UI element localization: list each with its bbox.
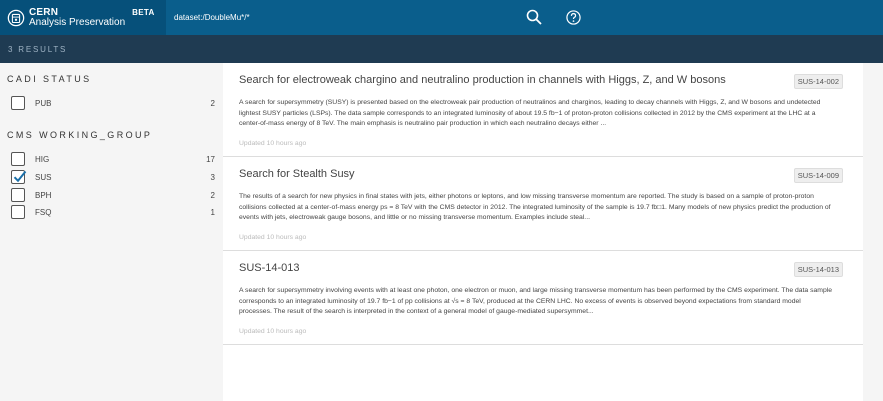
result-updated-time: Updated 10 hours ago xyxy=(239,328,307,335)
search-icon[interactable] xyxy=(526,9,542,25)
facet-count: 3 xyxy=(210,172,215,182)
facet-title-cms-working-group: CMS WORKING_GROUP xyxy=(7,130,153,140)
result-title[interactable]: SUS-14-013 xyxy=(239,262,300,274)
facet-label: SUS xyxy=(35,172,52,182)
result-description: The results of a search for new physics … xyxy=(239,193,831,221)
checkbox-checked[interactable] xyxy=(11,170,27,184)
results-list: Search for electroweak chargino and neut… xyxy=(223,63,863,401)
brand-cern: CERN xyxy=(29,6,59,18)
facet-title-cadi-status: CADI STATUS xyxy=(7,74,92,84)
facet-label: HIG xyxy=(35,154,50,164)
facet-count: 2 xyxy=(210,98,215,108)
cadi-id-badge: SUS-14-013 xyxy=(793,262,843,277)
result-card[interactable]: Search for Stealth Susy SUS-14-009 The r… xyxy=(223,157,863,251)
facet-label: BPH xyxy=(35,190,52,200)
search-input[interactable] xyxy=(174,13,514,22)
facets-sidebar: CADI STATUS PUB 2 CMS WORKING_GROUP HIG … xyxy=(0,63,223,401)
result-card[interactable]: Search for electroweak chargino and neut… xyxy=(223,63,863,157)
beta-badge: BETA xyxy=(132,8,155,17)
results-count: 3 RESULTS xyxy=(8,44,68,54)
facet-item-fsq[interactable]: FSQ 1 xyxy=(11,204,215,220)
facet-count: 17 xyxy=(206,154,215,164)
facet-item-hig[interactable]: HIG 17 xyxy=(11,151,215,167)
result-description: A search for supersymmetry involving eve… xyxy=(239,287,833,315)
facet-count: 1 xyxy=(210,207,215,217)
result-updated-time: Updated 10 hours ago xyxy=(239,234,307,241)
checkbox[interactable] xyxy=(11,96,25,110)
checkbox[interactable] xyxy=(11,188,25,202)
checkbox[interactable] xyxy=(11,205,25,219)
cap-logo-icon xyxy=(7,9,25,26)
facet-item-bph[interactable]: BPH 2 xyxy=(11,187,215,203)
top-navbar: CERN Analysis Preservation BETA xyxy=(0,0,883,35)
facet-item-pub[interactable]: PUB 2 xyxy=(11,95,215,111)
brand[interactable]: CERN Analysis Preservation BETA xyxy=(0,0,166,35)
result-title[interactable]: Search for electroweak chargino and neut… xyxy=(239,74,726,86)
help-icon[interactable] xyxy=(566,10,581,25)
result-card[interactable]: SUS-14-013 SUS-14-013 A search for super… xyxy=(223,251,863,345)
result-description: A search for supersymmetry (SUSY) is pre… xyxy=(239,99,821,127)
result-updated-time: Updated 10 hours ago xyxy=(239,140,307,147)
search-box xyxy=(166,0,550,35)
cadi-id-badge: SUS-14-002 xyxy=(793,74,843,89)
checkmark-icon xyxy=(13,170,27,183)
facet-item-sus[interactable]: SUS 3 xyxy=(11,169,215,185)
facet-label: PUB xyxy=(35,98,52,108)
checkbox[interactable] xyxy=(11,152,25,166)
cadi-id-badge: SUS-14-009 xyxy=(793,168,843,183)
facet-label: FSQ xyxy=(35,207,52,217)
facet-count: 2 xyxy=(210,190,215,200)
brand-app-name: Analysis Preservation xyxy=(29,16,126,28)
result-title[interactable]: Search for Stealth Susy xyxy=(239,168,355,180)
brand-text: CERN Analysis Preservation xyxy=(29,6,126,28)
results-bar: 3 RESULTS xyxy=(0,35,883,63)
